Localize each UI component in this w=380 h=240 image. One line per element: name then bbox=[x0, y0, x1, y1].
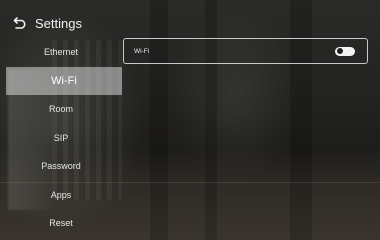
header: Settings bbox=[13, 12, 82, 34]
sidebar-item-ethernet[interactable]: Ethernet bbox=[0, 38, 122, 67]
sidebar-item-label: Wi-Fi bbox=[51, 74, 77, 87]
wifi-toggle[interactable] bbox=[335, 46, 355, 56]
sidebar: Ethernet Wi-Fi Room SIP Password Apps Re… bbox=[0, 38, 122, 238]
background-shade bbox=[205, 0, 217, 240]
sidebar-item-wifi[interactable]: Wi-Fi bbox=[6, 66, 122, 95]
sidebar-item-room[interactable]: Room bbox=[0, 95, 122, 124]
toggle-knob bbox=[337, 48, 343, 54]
sidebar-item-password[interactable]: Password bbox=[0, 152, 122, 181]
wifi-setting-row: Wi-Fi bbox=[123, 38, 368, 64]
sidebar-item-label: Apps bbox=[50, 189, 72, 200]
sidebar-item-label: Room bbox=[48, 104, 73, 115]
background-shade bbox=[290, 0, 312, 240]
back-arrow-icon bbox=[13, 17, 26, 29]
wifi-label: Wi-Fi bbox=[134, 47, 150, 55]
page-title: Settings bbox=[35, 15, 82, 31]
sidebar-item-label: Ethernet bbox=[43, 47, 79, 58]
back-button[interactable] bbox=[13, 14, 27, 32]
sidebar-item-reset[interactable]: Reset bbox=[0, 209, 122, 238]
background-shade bbox=[150, 0, 168, 240]
sidebar-item-sip[interactable]: SIP bbox=[0, 124, 122, 153]
sidebar-item-label: Reset bbox=[49, 218, 73, 229]
sidebar-item-label: Password bbox=[41, 161, 81, 172]
sidebar-item-label: SIP bbox=[53, 132, 69, 143]
sidebar-item-apps[interactable]: Apps bbox=[0, 181, 122, 210]
